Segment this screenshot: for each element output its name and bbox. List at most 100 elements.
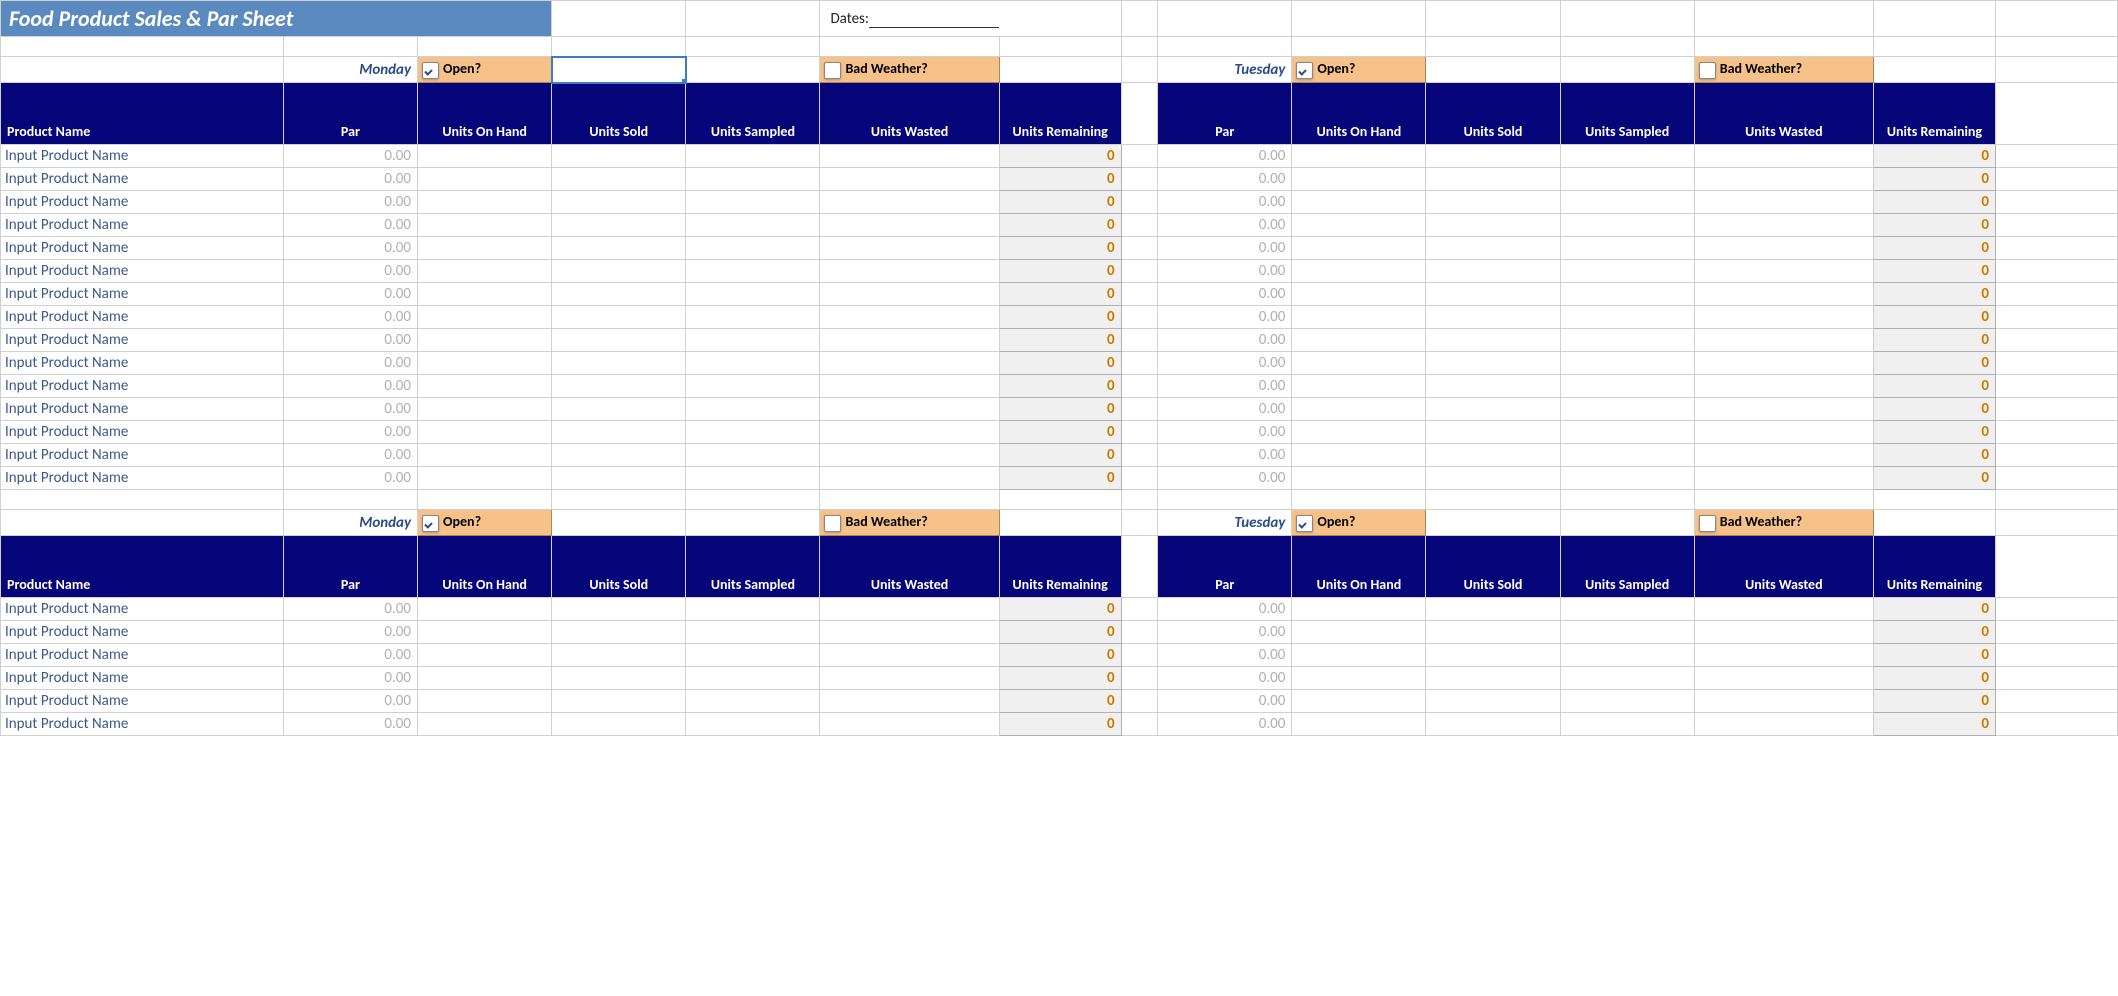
par-cell[interactable]: 0.00 bbox=[1158, 214, 1292, 237]
units-sampled-cell[interactable] bbox=[686, 306, 820, 329]
units-sold-cell[interactable] bbox=[1426, 329, 1560, 352]
units-on-hand-cell[interactable] bbox=[418, 352, 552, 375]
par-cell[interactable]: 0.00 bbox=[283, 444, 417, 467]
par-cell[interactable]: 0.00 bbox=[283, 352, 417, 375]
par-cell[interactable]: 0.00 bbox=[1158, 283, 1292, 306]
units-sold-cell[interactable] bbox=[552, 467, 686, 490]
units-on-hand-cell[interactable] bbox=[1292, 306, 1426, 329]
units-sampled-cell[interactable] bbox=[1560, 237, 1694, 260]
units-wasted-cell[interactable] bbox=[820, 283, 999, 306]
product-name-cell[interactable]: Input Product Name bbox=[1, 306, 284, 329]
units-on-hand-cell[interactable] bbox=[1292, 644, 1426, 667]
units-sold-cell[interactable] bbox=[1426, 306, 1560, 329]
units-sampled-cell[interactable] bbox=[686, 375, 820, 398]
par-cell[interactable]: 0.00 bbox=[283, 237, 417, 260]
dates-cell[interactable]: Dates: bbox=[820, 1, 1121, 37]
units-wasted-cell[interactable] bbox=[820, 598, 999, 621]
units-sold-cell[interactable] bbox=[552, 329, 686, 352]
units-remaining-cell[interactable]: 0 bbox=[999, 398, 1121, 421]
units-wasted-cell[interactable] bbox=[1694, 237, 1873, 260]
par-cell[interactable]: 0.00 bbox=[1158, 237, 1292, 260]
open-checkbox-monday[interactable]: Open? bbox=[418, 510, 552, 536]
units-wasted-cell[interactable] bbox=[1694, 306, 1873, 329]
units-remaining-cell[interactable]: 0 bbox=[999, 690, 1121, 713]
par-cell[interactable]: 0.00 bbox=[1158, 467, 1292, 490]
units-sampled-cell[interactable] bbox=[686, 237, 820, 260]
units-remaining-cell[interactable]: 0 bbox=[999, 644, 1121, 667]
units-sold-cell[interactable] bbox=[1426, 644, 1560, 667]
units-sampled-cell[interactable] bbox=[1560, 690, 1694, 713]
par-cell[interactable]: 0.00 bbox=[283, 191, 417, 214]
units-sampled-cell[interactable] bbox=[686, 713, 820, 736]
units-on-hand-cell[interactable] bbox=[1292, 375, 1426, 398]
units-remaining-cell[interactable]: 0 bbox=[1873, 329, 1995, 352]
units-wasted-cell[interactable] bbox=[820, 644, 999, 667]
units-sampled-cell[interactable] bbox=[686, 690, 820, 713]
units-sold-cell[interactable] bbox=[552, 237, 686, 260]
units-on-hand-cell[interactable] bbox=[1292, 421, 1426, 444]
product-name-cell[interactable]: Input Product Name bbox=[1, 191, 284, 214]
product-name-cell[interactable]: Input Product Name bbox=[1, 260, 284, 283]
product-name-cell[interactable]: Input Product Name bbox=[1, 644, 284, 667]
units-on-hand-cell[interactable] bbox=[418, 421, 552, 444]
units-on-hand-cell[interactable] bbox=[418, 145, 552, 168]
units-on-hand-cell[interactable] bbox=[418, 444, 552, 467]
units-wasted-cell[interactable] bbox=[820, 329, 999, 352]
units-wasted-cell[interactable] bbox=[820, 444, 999, 467]
units-sampled-cell[interactable] bbox=[1560, 667, 1694, 690]
units-wasted-cell[interactable] bbox=[1694, 713, 1873, 736]
units-sold-cell[interactable] bbox=[552, 145, 686, 168]
units-sampled-cell[interactable] bbox=[686, 621, 820, 644]
units-wasted-cell[interactable] bbox=[820, 667, 999, 690]
units-on-hand-cell[interactable] bbox=[1292, 352, 1426, 375]
units-remaining-cell[interactable]: 0 bbox=[999, 421, 1121, 444]
units-remaining-cell[interactable]: 0 bbox=[999, 306, 1121, 329]
units-sampled-cell[interactable] bbox=[686, 168, 820, 191]
units-wasted-cell[interactable] bbox=[820, 352, 999, 375]
units-sold-cell[interactable] bbox=[1426, 260, 1560, 283]
units-on-hand-cell[interactable] bbox=[1292, 690, 1426, 713]
units-on-hand-cell[interactable] bbox=[1292, 467, 1426, 490]
product-name-cell[interactable]: Input Product Name bbox=[1, 713, 284, 736]
units-on-hand-cell[interactable] bbox=[1292, 621, 1426, 644]
open-checkbox-tuesday[interactable]: Open? bbox=[1292, 510, 1426, 536]
units-sampled-cell[interactable] bbox=[686, 644, 820, 667]
units-wasted-cell[interactable] bbox=[1694, 352, 1873, 375]
par-cell[interactable]: 0.00 bbox=[1158, 191, 1292, 214]
units-on-hand-cell[interactable] bbox=[1292, 713, 1426, 736]
units-remaining-cell[interactable]: 0 bbox=[999, 260, 1121, 283]
units-on-hand-cell[interactable] bbox=[418, 329, 552, 352]
units-sampled-cell[interactable] bbox=[686, 444, 820, 467]
units-on-hand-cell[interactable] bbox=[1292, 398, 1426, 421]
units-sold-cell[interactable] bbox=[552, 375, 686, 398]
par-cell[interactable]: 0.00 bbox=[1158, 644, 1292, 667]
units-wasted-cell[interactable] bbox=[1694, 421, 1873, 444]
units-on-hand-cell[interactable] bbox=[1292, 145, 1426, 168]
units-remaining-cell[interactable]: 0 bbox=[1873, 260, 1995, 283]
par-cell[interactable]: 0.00 bbox=[1158, 306, 1292, 329]
units-sold-cell[interactable] bbox=[552, 168, 686, 191]
product-name-cell[interactable]: Input Product Name bbox=[1, 467, 284, 490]
units-wasted-cell[interactable] bbox=[820, 690, 999, 713]
units-sold-cell[interactable] bbox=[1426, 352, 1560, 375]
units-sold-cell[interactable] bbox=[1426, 237, 1560, 260]
units-remaining-cell[interactable]: 0 bbox=[1873, 667, 1995, 690]
units-wasted-cell[interactable] bbox=[1694, 168, 1873, 191]
product-name-cell[interactable]: Input Product Name bbox=[1, 375, 284, 398]
bad-weather-checkbox-tuesday[interactable]: Bad Weather? bbox=[1694, 510, 1873, 536]
units-sampled-cell[interactable] bbox=[1560, 329, 1694, 352]
units-sampled-cell[interactable] bbox=[1560, 444, 1694, 467]
units-sold-cell[interactable] bbox=[1426, 667, 1560, 690]
units-sampled-cell[interactable] bbox=[1560, 214, 1694, 237]
units-wasted-cell[interactable] bbox=[1694, 644, 1873, 667]
units-sampled-cell[interactable] bbox=[1560, 191, 1694, 214]
units-sampled-cell[interactable] bbox=[1560, 260, 1694, 283]
units-sampled-cell[interactable] bbox=[1560, 375, 1694, 398]
units-sold-cell[interactable] bbox=[1426, 467, 1560, 490]
units-remaining-cell[interactable]: 0 bbox=[1873, 621, 1995, 644]
units-remaining-cell[interactable]: 0 bbox=[1873, 421, 1995, 444]
units-on-hand-cell[interactable] bbox=[418, 214, 552, 237]
checkbox-icon[interactable] bbox=[1296, 515, 1313, 532]
units-wasted-cell[interactable] bbox=[1694, 598, 1873, 621]
bad-weather-checkbox-monday[interactable]: Bad Weather? bbox=[820, 57, 999, 83]
